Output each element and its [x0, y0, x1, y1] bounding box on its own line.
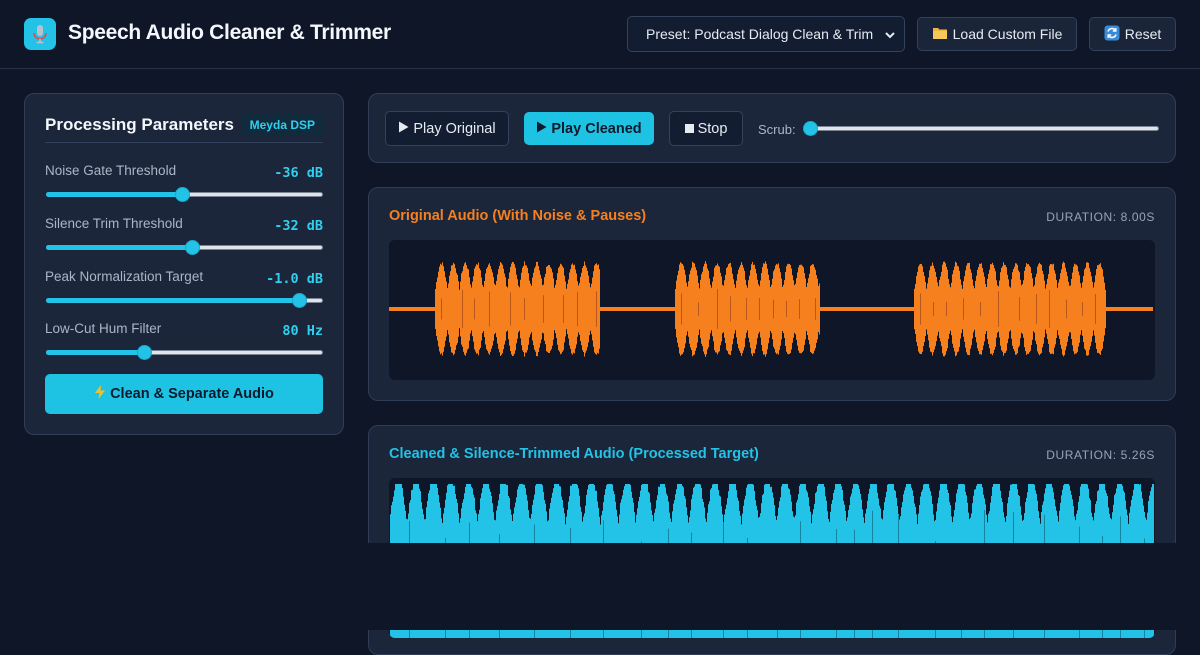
- low-cut-value: 80 Hz: [282, 323, 323, 339]
- clean-separate-audio-button[interactable]: Clean & Separate Audio: [45, 374, 323, 414]
- stop-button[interactable]: Stop: [669, 111, 743, 146]
- peak-normalization-label: Peak Normalization Target: [45, 269, 204, 284]
- low-cut-label: Low-Cut Hum Filter: [45, 321, 162, 336]
- original-duration: DURATION: 8.00S: [1046, 210, 1155, 224]
- original-waveform[interactable]: [389, 240, 1155, 380]
- app-header: Speech Audio Cleaner & Trimmer Preset: P…: [0, 0, 1200, 69]
- reset-label: Reset: [1124, 26, 1162, 42]
- slider-thumb[interactable]: [175, 187, 190, 202]
- play-original-label: Play Original: [413, 120, 496, 137]
- silence-trim-control: Silence Trim Threshold -32 dB: [45, 216, 323, 260]
- dsp-badge: Meyda DSP: [241, 114, 323, 135]
- play-cleaned-button[interactable]: Play Cleaned: [524, 112, 654, 145]
- play-original-button[interactable]: Play Original: [385, 111, 509, 146]
- silence-trim-value: -32 dB: [274, 218, 323, 234]
- params-title: Processing Parameters: [45, 115, 234, 134]
- low-cut-control: Low-Cut Hum Filter 80 Hz: [45, 321, 323, 365]
- preset-select[interactable]: Preset: Podcast Dialog Clean & Trim: [627, 16, 905, 52]
- scrub-slider[interactable]: [803, 121, 1159, 136]
- noise-gate-value: -36 dB: [274, 165, 323, 181]
- slider-thumb[interactable]: [185, 240, 200, 255]
- load-custom-file-button[interactable]: Load Custom File: [917, 17, 1077, 51]
- chevron-down-icon: [884, 28, 896, 44]
- noise-gate-control: Noise Gate Threshold -36 dB: [45, 163, 323, 207]
- scrub-thumb[interactable]: [803, 121, 818, 136]
- low-cut-slider[interactable]: [45, 345, 323, 360]
- stop-icon: [684, 121, 694, 137]
- processing-parameters-panel: Processing Parameters Meyda DSP Noise Ga…: [24, 93, 344, 435]
- cleaned-duration: DURATION: 5.26S: [1046, 448, 1155, 462]
- peak-normalization-control: Peak Normalization Target -1.0 dB: [45, 269, 323, 313]
- folder-icon: [932, 26, 948, 43]
- cleaned-audio-title: Cleaned & Silence-Trimmed Audio (Process…: [389, 446, 759, 462]
- peak-normalization-value: -1.0 dB: [266, 271, 323, 287]
- preset-select-value: Preset: Podcast Dialog Clean & Trim: [646, 26, 874, 42]
- reset-button[interactable]: Reset: [1089, 17, 1176, 51]
- refresh-icon: [1104, 25, 1120, 44]
- original-audio-title: Original Audio (With Noise & Pauses): [389, 208, 647, 224]
- slider-thumb[interactable]: [137, 345, 152, 360]
- microphone-icon: [24, 18, 56, 50]
- play-icon: [398, 121, 409, 137]
- transport-bar: Play Original Play Cleaned Stop Scrub:: [368, 93, 1176, 163]
- slider-thumb[interactable]: [292, 293, 307, 308]
- lightning-icon: [94, 385, 106, 403]
- noise-gate-slider[interactable]: [45, 187, 323, 202]
- divider: [45, 142, 323, 143]
- clean-separate-audio-label: Clean & Separate Audio: [110, 386, 274, 402]
- noise-gate-label: Noise Gate Threshold: [45, 163, 177, 178]
- scrub-label: Scrub:: [758, 122, 796, 137]
- play-icon: [536, 121, 547, 137]
- silence-trim-slider[interactable]: [45, 240, 323, 255]
- original-audio-card: Original Audio (With Noise & Pauses) DUR…: [368, 187, 1176, 401]
- viewport-bottom: [0, 543, 1200, 630]
- peak-normalization-slider[interactable]: [45, 293, 323, 308]
- play-cleaned-label: Play Cleaned: [551, 120, 642, 137]
- app-title: Speech Audio Cleaner & Trimmer: [68, 21, 391, 44]
- stop-label: Stop: [697, 120, 728, 137]
- silence-trim-label: Silence Trim Threshold: [45, 216, 183, 231]
- load-custom-file-label: Load Custom File: [952, 26, 1063, 42]
